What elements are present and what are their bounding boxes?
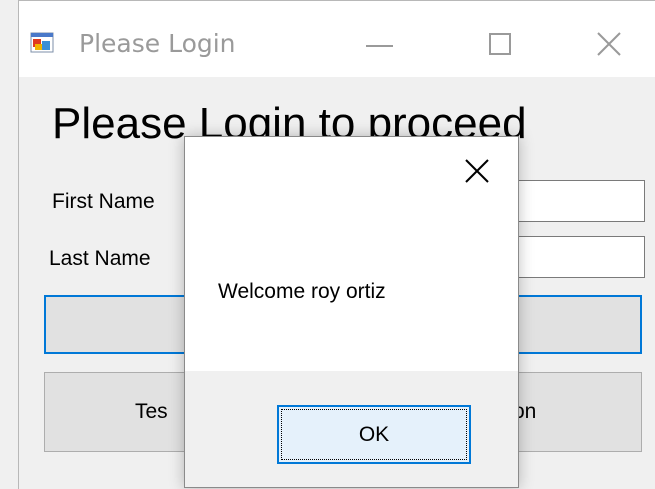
test-button-label-left: Tes xyxy=(135,400,168,423)
first-name-label: First Name xyxy=(52,190,155,213)
last-name-field[interactable] xyxy=(515,236,645,278)
maximize-button[interactable] xyxy=(471,19,531,69)
minimize-icon xyxy=(366,45,393,47)
close-icon xyxy=(597,32,621,56)
maximize-icon xyxy=(489,33,511,55)
dialog-message: Welcome roy ortiz xyxy=(218,280,386,303)
window-titlebar[interactable]: Please Login xyxy=(19,1,655,77)
last-name-label: Last Name xyxy=(49,247,151,270)
first-name-field[interactable] xyxy=(515,180,645,222)
close-icon xyxy=(465,159,489,183)
minimize-button[interactable] xyxy=(352,19,412,69)
window-close-button[interactable] xyxy=(579,19,639,69)
app-window-icon xyxy=(30,30,54,54)
dialog-close-button[interactable] xyxy=(455,151,499,191)
ok-button[interactable]: OK xyxy=(277,405,471,464)
dialog-footer: OK xyxy=(185,371,518,487)
message-dialog: Welcome roy ortiz OK xyxy=(184,136,519,488)
window-title: Please Login xyxy=(79,29,236,58)
